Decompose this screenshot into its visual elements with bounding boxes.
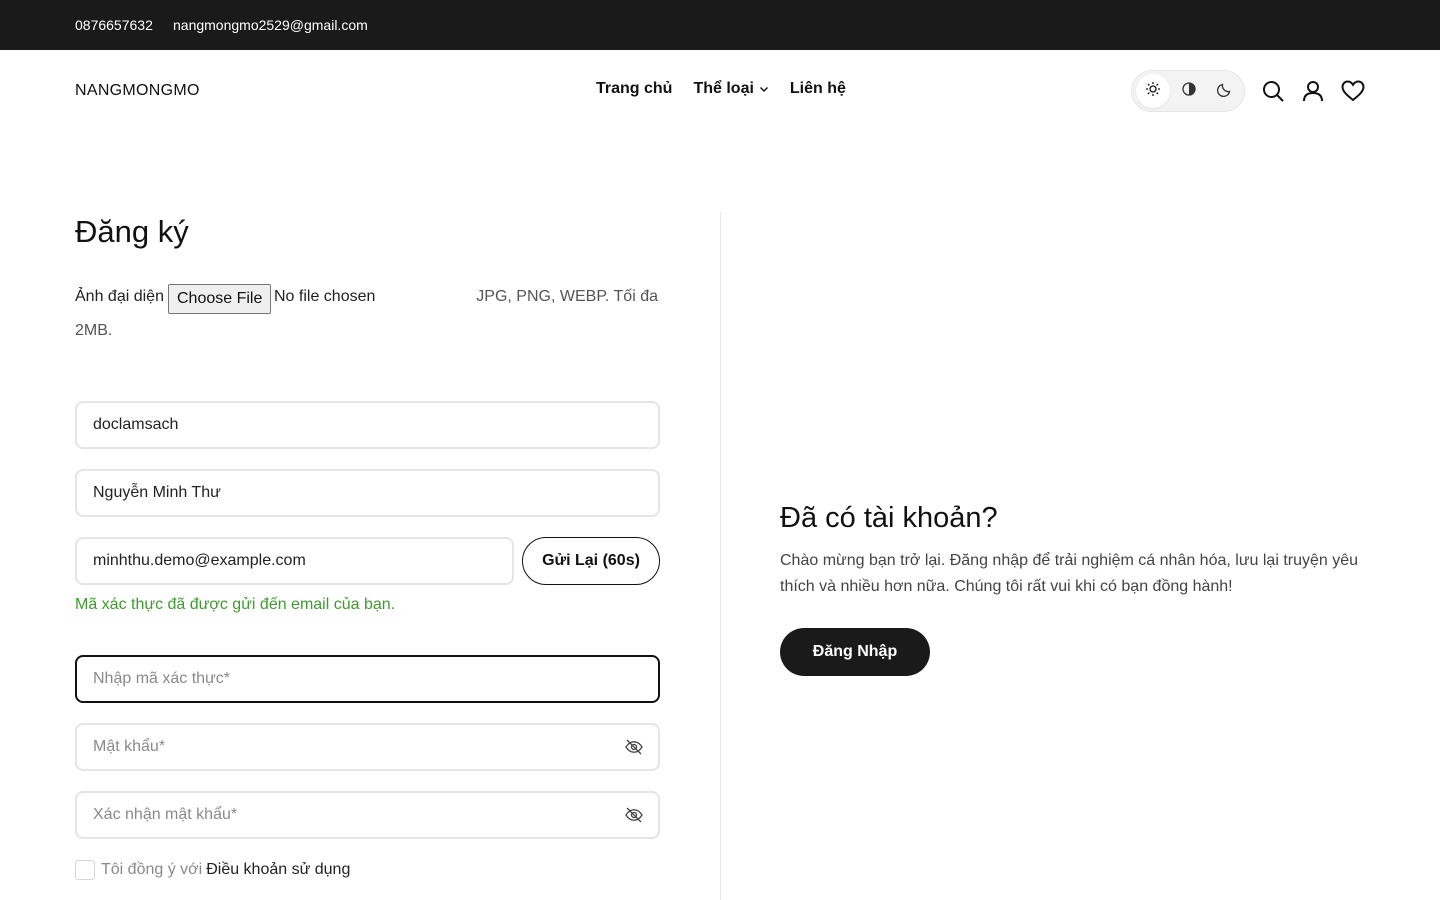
search-icon[interactable] [1260,78,1286,104]
eye-off-icon[interactable] [625,739,643,755]
avatar-upload-row: Ảnh đại diện Choose File No file chosen … [75,284,660,314]
confirm-placeholder: Xác nhận mật khẩu* [93,806,238,823]
login-description: Chào mừng bạn trở lại. Đăng nhập để trải… [780,552,1359,595]
password-placeholder: Mật khẩu* [93,738,166,755]
confirm-password-input[interactable]: Xác nhận mật khẩu* [75,791,660,839]
top-bar: 0876657632 nangmongmo2529@gmail.com [0,0,1440,50]
terms-text: Tôi đồng ý với [101,861,203,878]
theme-light-button[interactable] [1136,74,1170,108]
heart-icon[interactable] [1340,78,1366,104]
column-divider [720,212,721,900]
file-hint: JPG, PNG, WEBP. Tối đa [476,288,658,305]
nav-item-label: Thể loại [693,80,754,97]
email-field[interactable]: minhthu.demo@example.com [75,537,514,585]
email-value: minhthu.demo@example.com [93,552,306,569]
contact-phone[interactable]: 0876657632 [75,17,153,33]
password-input[interactable]: Mật khẩu* [75,723,660,771]
username-field[interactable]: doclamsach [75,401,660,449]
register-form: Đăng ký Ảnh đại diện Choose File No file… [75,212,660,880]
contact-email[interactable]: nangmongmo2529@gmail.com [173,17,368,33]
contrast-icon [1181,81,1197,102]
login-panel: Đã có tài khoản? Chào mừng bạn trở lại. … [780,500,1380,676]
file-hint-cont: 2MB. [75,322,113,339]
terms-row: Tôi đồng ý với Điều khoản sử dụng [75,860,350,880]
verification-code-input[interactable]: Nhập mã xác thực* [75,655,660,703]
register-title: Đăng ký [75,214,189,249]
theme-auto-button[interactable] [1172,74,1206,108]
login-button[interactable]: Đăng Nhập [780,628,930,676]
main-nav: Trang chủ Thể loại Liên hệ [596,80,846,98]
file-status: No file chosen [274,288,376,305]
code-placeholder: Nhập mã xác thực* [93,670,230,687]
nav-item-label: Trang chủ [596,80,673,97]
nav-item-genres[interactable]: Thể loại [693,80,768,98]
resend-code-button[interactable]: Gửi Lại (60s) [522,537,660,585]
fullname-field[interactable]: Nguyễn Minh Thư [75,469,660,517]
sun-icon [1145,81,1161,102]
username-value: doclamsach [93,416,179,433]
site-logo[interactable]: NANGMONGMO [75,82,200,100]
nav-item-label: Liên hệ [789,80,846,97]
fullname-value: Nguyễn Minh Thư [93,484,221,501]
site-header: NANGMONGMO Trang chủ Thể loại Liên hệ [0,50,1440,130]
login-title: Đã có tài khoản? [780,502,998,534]
terms-checkbox[interactable] [75,860,95,880]
theme-dark-button[interactable] [1208,74,1242,108]
theme-switch [1131,70,1245,112]
eye-off-icon[interactable] [625,807,643,823]
terms-link[interactable]: Điều khoản sử dụng [206,861,350,879]
nav-item-contact[interactable]: Liên hệ [790,80,846,98]
avatar-label: Ảnh đại diện [75,288,164,305]
user-icon[interactable] [1300,78,1326,104]
chevron-down-icon [759,84,769,94]
verify-success-message: Mã xác thực đã được gửi đến email của bạ… [75,596,396,613]
choose-file-button[interactable]: Choose File [168,284,272,314]
nav-item-home[interactable]: Trang chủ [596,80,672,98]
moon-icon [1216,81,1233,102]
